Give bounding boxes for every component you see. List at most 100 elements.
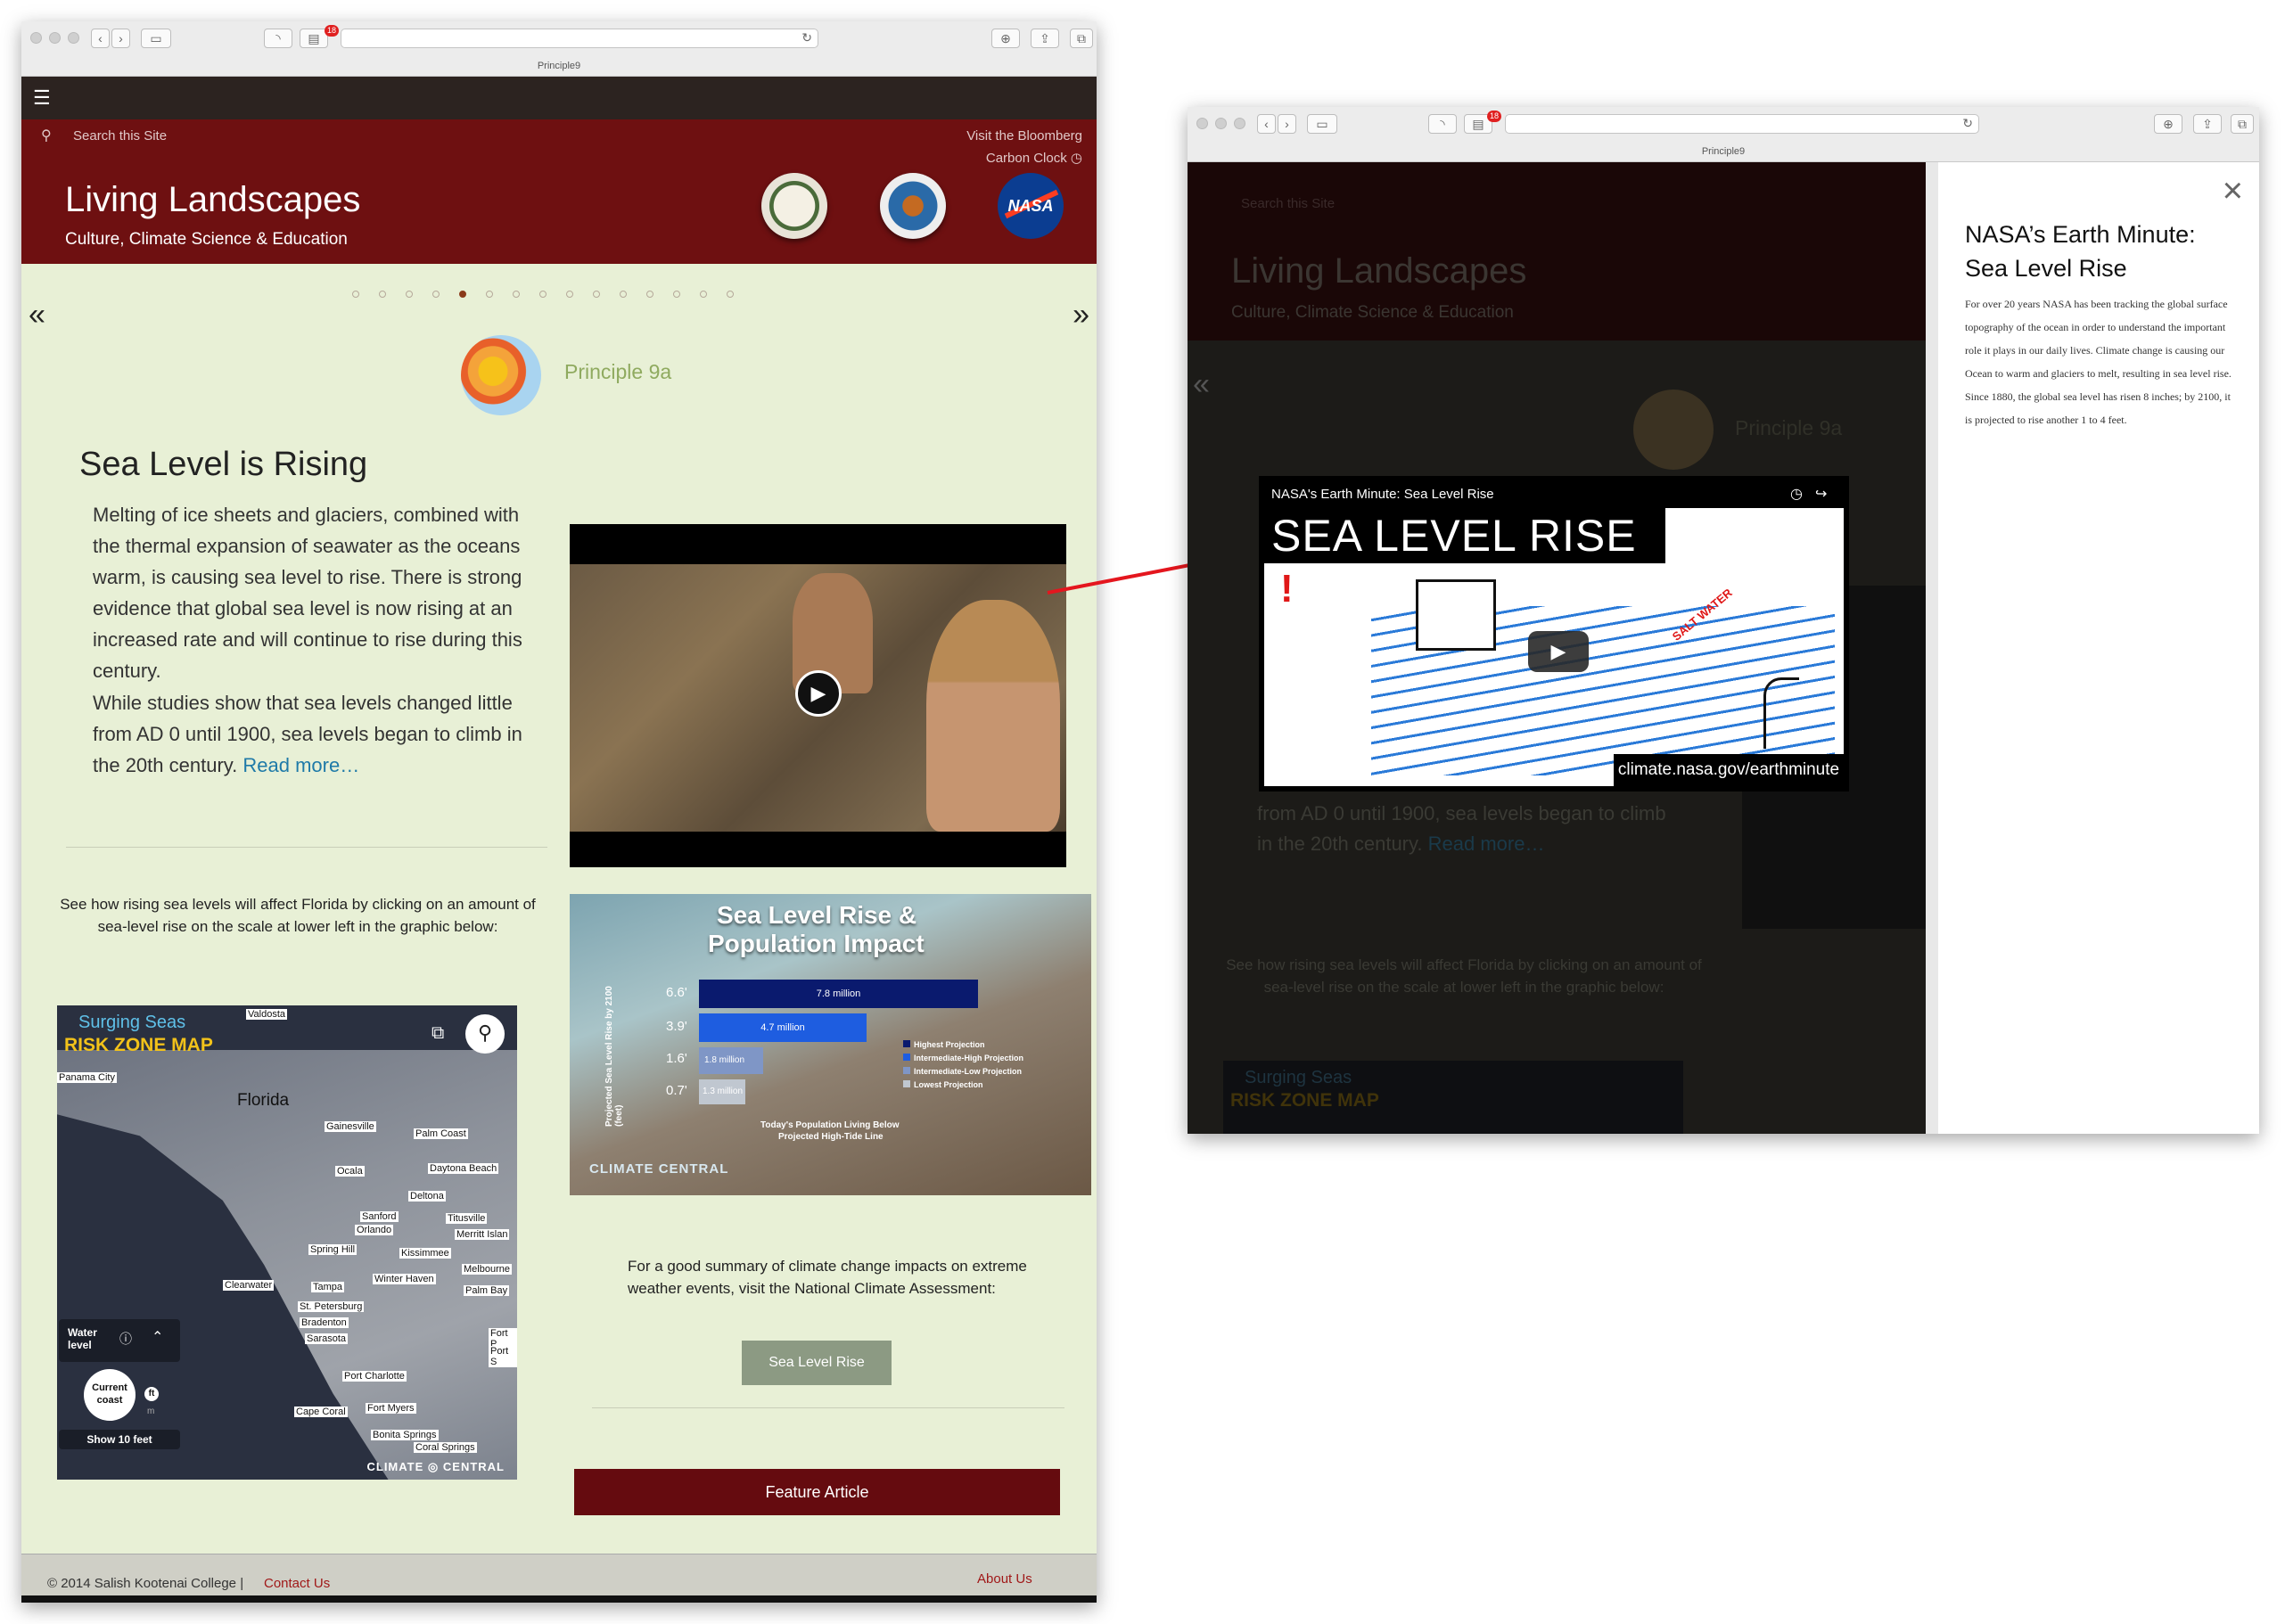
- forward-button[interactable]: ›: [111, 29, 130, 48]
- notification-badge: 18: [1487, 111, 1501, 122]
- water-label-1: Water: [68, 1326, 97, 1339]
- nasa-logo-text: NASA: [1007, 197, 1054, 215]
- video-thumbnail[interactable]: ▶: [570, 524, 1066, 867]
- carousel-dot[interactable]: [566, 291, 573, 298]
- current-coast-button[interactable]: Current coast: [84, 1369, 136, 1421]
- unit-m-toggle[interactable]: m: [147, 1407, 154, 1416]
- map-search-button[interactable]: ⚲: [465, 1014, 505, 1054]
- footer-contact-link[interactable]: Contact Us: [264, 1576, 330, 1591]
- city-label: Palm Bay: [464, 1285, 510, 1296]
- sidebar-toggle-icon[interactable]: ▭: [1307, 114, 1337, 134]
- carousel-dot-active[interactable]: [459, 291, 466, 298]
- credit-climate-text: CLIMATE: [366, 1460, 424, 1473]
- water-level-panel[interactable]: Water level ⓘ ⌃: [59, 1319, 180, 1362]
- page-body: « » Principle 9a Sea Level is Rising Mel…: [21, 264, 1097, 1554]
- close-panel-icon[interactable]: ×: [2223, 173, 2243, 209]
- external-link-icon[interactable]: ⧉: [432, 1023, 444, 1044]
- show-10-feet-button[interactable]: Show 10 feet: [59, 1430, 180, 1449]
- watch-later-icon[interactable]: ◷: [1790, 485, 1803, 503]
- play-button-icon[interactable]: ▶: [795, 670, 842, 717]
- site-title[interactable]: Living Landscapes: [65, 180, 360, 220]
- tabs-icon[interactable]: ⧉: [2231, 114, 2254, 134]
- collapse-icon[interactable]: ⌃: [152, 1328, 163, 1346]
- city-label: Daytona Beach: [428, 1163, 499, 1174]
- clock-icon: ◷: [1070, 151, 1082, 166]
- zoom-dot[interactable]: [68, 32, 79, 44]
- feature-article-button[interactable]: Feature Article: [574, 1469, 1060, 1515]
- bar-intermediate-high: 4.7 million: [699, 1013, 867, 1042]
- city-label: Melbourne: [462, 1264, 512, 1275]
- back-button[interactable]: ‹: [1257, 114, 1276, 134]
- carousel-dot[interactable]: [539, 291, 547, 298]
- carousel-dot[interactable]: [406, 291, 413, 298]
- video-player-modal[interactable]: NASA's Earth Minute: Sea Level Rise ◷ ↪ …: [1259, 476, 1849, 791]
- downloads-icon[interactable]: ⊕: [2154, 114, 2182, 134]
- footer-copyright: © 2014 Salish Kootenai College |: [47, 1576, 244, 1591]
- search-icon[interactable]: ⚲: [41, 127, 52, 144]
- reload-icon[interactable]: ↻: [801, 30, 812, 45]
- sea-level-rise-button[interactable]: Sea Level Rise: [742, 1341, 892, 1385]
- carousel-dot[interactable]: [727, 291, 734, 298]
- city-label: Winter Haven: [373, 1274, 436, 1284]
- reload-icon[interactable]: ↻: [1962, 116, 1973, 131]
- carousel-dot[interactable]: [379, 291, 386, 298]
- footer-about-link[interactable]: About Us: [977, 1571, 1032, 1587]
- share-icon[interactable]: ⇪: [2193, 114, 2222, 134]
- legend-label: Highest Projection: [914, 1040, 985, 1049]
- tabs-icon[interactable]: ⧉: [1070, 29, 1093, 48]
- carousel-dot[interactable]: [646, 291, 653, 298]
- footer-bottom-bar: [21, 1595, 1097, 1603]
- tick-label: 6.6': [666, 985, 687, 1000]
- city-label: Sarasota: [305, 1333, 349, 1344]
- carousel-dot[interactable]: [432, 291, 440, 298]
- carousel-dot[interactable]: [593, 291, 600, 298]
- infographic-caption-1: Today's Population Living Below: [760, 1120, 900, 1130]
- close-dot[interactable]: [1196, 118, 1208, 129]
- carousel-dot[interactable]: [620, 291, 627, 298]
- carbon-line-1: Visit the Bloomberg: [966, 128, 1082, 144]
- help-icon[interactable]: ⓘ: [119, 1330, 132, 1348]
- hamburger-menu-icon[interactable]: ☰: [33, 88, 51, 108]
- info-panel: × NASA’s Earth Minute: Sea Level Rise Fo…: [1926, 162, 2259, 1134]
- read-more-link[interactable]: Read more…: [242, 754, 359, 776]
- sidebar-toggle-icon[interactable]: ▭: [141, 29, 171, 48]
- infographic-caption-2: Projected High-Tide Line: [778, 1132, 884, 1142]
- address-bar[interactable]: ↻: [1505, 114, 1979, 134]
- risk-zone-map[interactable]: Surging Seas RISK ZONE MAP ⧉ ⚲ Florida V…: [57, 1005, 517, 1480]
- carousel-dots[interactable]: [352, 291, 734, 298]
- unit-ft-toggle[interactable]: ft: [144, 1387, 159, 1401]
- carousel-dot[interactable]: [673, 291, 680, 298]
- minimize-dot[interactable]: [1215, 118, 1227, 129]
- dim-text-line-1: from AD 0 until 1900, sea levels began t…: [1257, 802, 1666, 824]
- credit-central-text: CENTRAL: [442, 1460, 505, 1473]
- zoom-dot[interactable]: [1234, 118, 1245, 129]
- forward-button[interactable]: ›: [1278, 114, 1296, 134]
- search-input[interactable]: Search this Site: [73, 128, 167, 144]
- bar-highest: 7.8 million: [699, 980, 978, 1008]
- section-heading: Sea Level is Rising: [79, 446, 368, 483]
- population-infographic[interactable]: Sea Level Rise & Population Impact Proje…: [570, 894, 1091, 1195]
- city-label: Tampa: [311, 1282, 345, 1292]
- share-icon[interactable]: ⇪: [1031, 29, 1059, 48]
- legend-label: Intermediate-Low Projection: [914, 1067, 1023, 1076]
- florida-instructions: See how rising sea levels will affect Fl…: [60, 896, 536, 935]
- carousel-dot[interactable]: [513, 291, 520, 298]
- carousel-dot[interactable]: [352, 291, 359, 298]
- rss-icon[interactable]: ◝: [264, 29, 292, 48]
- carbon-clock-link[interactable]: Visit the Bloomberg Carbon Clock ◷: [966, 125, 1082, 169]
- close-dot[interactable]: [30, 32, 42, 44]
- dim-map-brand-2: RISK ZONE MAP: [1230, 1090, 1379, 1111]
- carousel-dot[interactable]: [486, 291, 493, 298]
- video-share-icon[interactable]: ↪: [1815, 485, 1827, 503]
- minimize-dot[interactable]: [49, 32, 61, 44]
- video-play-button[interactable]: ▶: [1528, 631, 1589, 672]
- prev-arrow-icon[interactable]: «: [29, 298, 45, 332]
- next-arrow-icon[interactable]: »: [1073, 298, 1089, 332]
- carousel-dot[interactable]: [700, 291, 707, 298]
- address-bar[interactable]: ↻: [341, 29, 818, 48]
- browser-window-modal: ‹ › ▭ ◝ ▤ 18 ↻ ⊕ ⇪ ⧉ Principle9 Search t…: [1188, 107, 2259, 1134]
- rss-icon[interactable]: ◝: [1428, 114, 1457, 134]
- back-button[interactable]: ‹: [91, 29, 110, 48]
- browser-toolbar: ‹ › ▭ ◝ ▤ 18 ↻ ⊕ ⇪ ⧉ Principle9: [21, 21, 1097, 77]
- downloads-icon[interactable]: ⊕: [991, 29, 1020, 48]
